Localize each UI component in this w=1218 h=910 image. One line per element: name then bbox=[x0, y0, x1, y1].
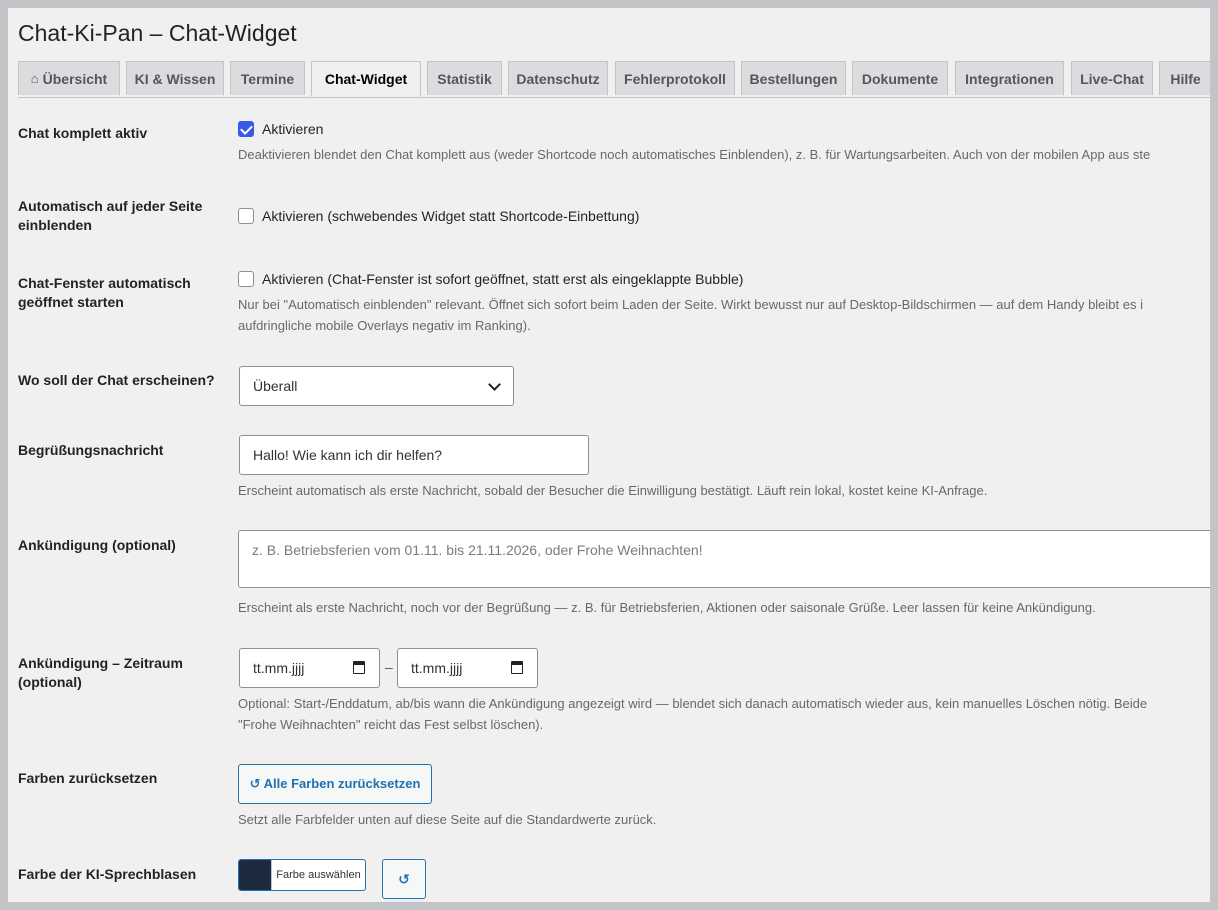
announcement-period-label-line2: (optional) bbox=[18, 674, 82, 690]
page-title: Chat-Ki-Pan – Chat-Widget bbox=[18, 20, 297, 46]
position-selected-value: Überall bbox=[253, 378, 298, 394]
tab-label: Termine bbox=[240, 70, 295, 87]
tab-label: KI & Wissen bbox=[134, 70, 216, 87]
tab-label: Datenschutz bbox=[516, 70, 600, 87]
tab-integrationen[interactable]: Integrationen bbox=[955, 61, 1064, 95]
reset-bubble-color-button[interactable]: ↺ bbox=[382, 859, 426, 899]
auto-open-checkbox-label: Aktivieren (Chat-Fenster ist sofort geöf… bbox=[262, 271, 744, 287]
end-date-placeholder: tt.mm.jjjj bbox=[411, 660, 463, 676]
reset-colors-description: Setzt alle Farbfelder unten auf diese Se… bbox=[238, 812, 657, 827]
chat-active-option[interactable]: Aktivieren bbox=[238, 121, 323, 137]
calendar-icon[interactable] bbox=[353, 661, 365, 674]
color-swatch bbox=[239, 860, 271, 890]
chat-active-checkbox-label: Aktivieren bbox=[262, 121, 324, 137]
chat-active-label: Chat komplett aktiv bbox=[18, 125, 148, 141]
announcement-period-description-cont: "Frohe Weihnachten" reicht das Fest selb… bbox=[238, 717, 544, 732]
tab-label: Übersicht bbox=[42, 70, 108, 87]
announcement-textarea[interactable]: z. B. Betriebsferien vom 01.11. bis 21.1… bbox=[238, 530, 1210, 588]
reset-colors-label: Farben zurücksetzen bbox=[18, 770, 158, 786]
start-date-placeholder: tt.mm.jjjj bbox=[253, 660, 305, 676]
auto-show-label: Automatisch auf jeder Seite einblenden bbox=[18, 198, 203, 233]
auto-open-description-cont: aufdringliche mobile Overlays negativ im… bbox=[238, 318, 531, 333]
tab-uebersicht[interactable]: ⌂ Übersicht bbox=[18, 61, 120, 95]
greeting-description: Erscheint automatisch als erste Nachrich… bbox=[238, 483, 988, 498]
tab-label: Live-Chat bbox=[1080, 70, 1144, 87]
calendar-icon[interactable] bbox=[511, 661, 523, 674]
tab-datenschutz[interactable]: Datenschutz bbox=[508, 61, 608, 95]
auto-open-label: Chat-Fenster automatisch geöffnet starte… bbox=[18, 275, 191, 310]
tab-label: Fehlerprotokoll bbox=[624, 70, 726, 87]
tab-label: Chat-Widget bbox=[324, 71, 408, 87]
nav-tabs: ⌂ Übersicht KI & Wissen Termine Chat-Wid… bbox=[18, 61, 1210, 98]
auto-open-description: Nur bei "Automatisch einblenden" relevan… bbox=[238, 297, 1143, 312]
auto-show-checkbox[interactable] bbox=[238, 208, 254, 224]
tab-bestellungen[interactable]: Bestellungen bbox=[741, 61, 846, 95]
announcement-description: Erscheint als erste Nachricht, noch vor … bbox=[238, 600, 1096, 615]
tab-label: Dokumente bbox=[861, 70, 939, 87]
settings-page: Chat-Ki-Pan – Chat-Widget ⌂ Übersicht KI… bbox=[8, 8, 1210, 902]
bubble-color-label: Farbe der KI-Sprechblasen bbox=[18, 866, 197, 882]
announcement-placeholder: z. B. Betriebsferien vom 01.11. bis 21.1… bbox=[252, 542, 703, 558]
position-select[interactable]: Überall bbox=[239, 366, 514, 406]
tab-live-chat[interactable]: Live-Chat bbox=[1071, 61, 1153, 95]
tab-label: Bestellungen bbox=[749, 70, 838, 87]
auto-show-checkbox-label: Aktivieren (schwebendes Widget statt Sho… bbox=[262, 208, 640, 224]
chevron-down-icon bbox=[488, 378, 501, 391]
greeting-input-value: Hallo! Wie kann ich dir helfen? bbox=[253, 447, 443, 463]
position-label: Wo soll der Chat erscheinen? bbox=[18, 372, 215, 388]
announcement-label: Ankündigung (optional) bbox=[18, 537, 176, 553]
tab-label: Hilfe bbox=[1170, 70, 1201, 87]
announcement-end-date[interactable]: tt.mm.jjjj bbox=[397, 648, 538, 688]
date-range-separator: – bbox=[385, 659, 393, 675]
tab-ki-wissen[interactable]: KI & Wissen bbox=[126, 61, 224, 95]
bubble-color-picker[interactable]: Farbe auswählen bbox=[238, 859, 366, 891]
color-picker-label: Farbe auswählen bbox=[271, 860, 365, 890]
announcement-period-label: Ankündigung – Zeitraum (optional) bbox=[18, 654, 218, 692]
tab-termine[interactable]: Termine bbox=[230, 61, 305, 95]
auto-show-option[interactable]: Aktivieren (schwebendes Widget statt Sho… bbox=[238, 208, 639, 224]
announcement-period-label-line1: Ankündigung – Zeitraum bbox=[18, 655, 183, 671]
greeting-input[interactable]: Hallo! Wie kann ich dir helfen? bbox=[239, 435, 589, 475]
chat-active-checkbox[interactable] bbox=[238, 121, 254, 137]
announcement-period-description: Optional: Start-/Enddatum, ab/bis wann d… bbox=[238, 696, 1148, 711]
chat-active-description: Deaktivieren blendet den Chat komplett a… bbox=[238, 147, 1151, 162]
announcement-start-date[interactable]: tt.mm.jjjj bbox=[239, 648, 380, 688]
tab-chat-widget[interactable]: Chat-Widget bbox=[311, 61, 421, 97]
tab-dokumente[interactable]: Dokumente bbox=[852, 61, 948, 95]
greeting-label: Begrüßungsnachricht bbox=[18, 442, 164, 458]
tab-label: Statistik bbox=[437, 70, 492, 87]
tab-statistik[interactable]: Statistik bbox=[427, 61, 502, 95]
tab-fehlerprotokoll[interactable]: Fehlerprotokoll bbox=[615, 61, 735, 95]
house-icon: ⌂ bbox=[30, 71, 39, 86]
auto-open-checkbox[interactable] bbox=[238, 271, 254, 287]
auto-open-option[interactable]: Aktivieren (Chat-Fenster ist sofort geöf… bbox=[238, 271, 743, 287]
tab-hilfe[interactable]: Hilfe bbox=[1159, 61, 1210, 95]
reset-all-colors-button[interactable]: ↺ Alle Farben zurücksetzen bbox=[238, 764, 432, 804]
tab-label: Integrationen bbox=[965, 70, 1054, 87]
